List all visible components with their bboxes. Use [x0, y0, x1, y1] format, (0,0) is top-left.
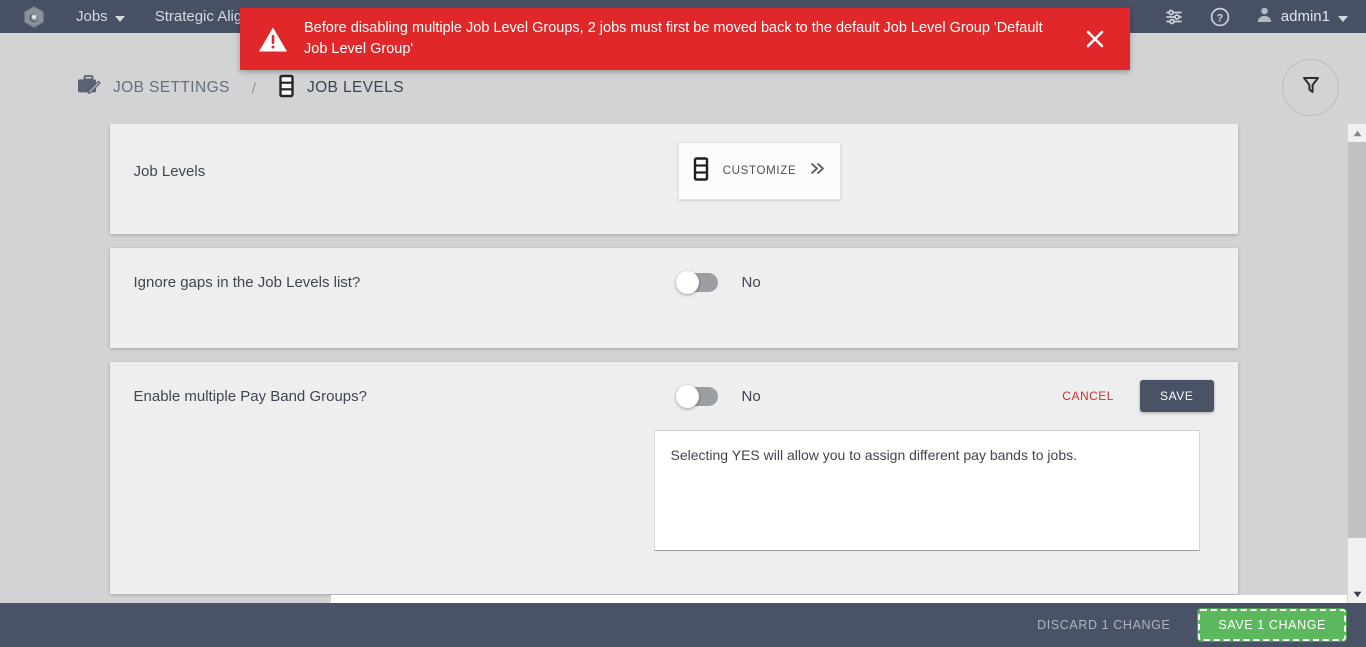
svg-text:?: ?: [1216, 12, 1223, 24]
toggle-knob: [675, 270, 699, 294]
save-changes-button[interactable]: SAVE 1 CHANGE: [1197, 608, 1347, 642]
job-levels-icon: [278, 74, 295, 103]
breadcrumb-item-job-settings[interactable]: JOB SETTINGS: [76, 74, 230, 102]
save-button[interactable]: SAVE: [1139, 380, 1214, 412]
scroll-up-arrow-icon[interactable]: [1348, 124, 1366, 142]
card-job-levels-label: Job Levels: [133, 162, 206, 180]
breadcrumb-item-job-settings-label: JOB SETTINGS: [113, 79, 230, 96]
ignore-gaps-toggle[interactable]: [675, 270, 718, 294]
briefcase-edit-icon: [76, 74, 101, 102]
app-logo[interactable]: [22, 5, 46, 29]
customize-button[interactable]: CUSTOMIZE: [677, 142, 841, 200]
user-menu[interactable]: admin1: [1256, 6, 1348, 27]
chevron-down-icon: [1338, 15, 1348, 22]
card-ignore-gaps: Ignore gaps in the Job Levels list? No: [109, 248, 1238, 348]
toggle-knob: [675, 384, 699, 408]
chevron-down-icon: [114, 15, 125, 22]
application-window: Jobs Strategic Align ? admin1 Before dis…: [0, 0, 1366, 647]
warning-triangle-icon: [258, 26, 288, 53]
close-icon[interactable]: [1078, 22, 1112, 56]
card-multiple-pay-band-groups: Enable multiple Pay Band Groups? No CANC…: [109, 362, 1238, 594]
description-textarea[interactable]: Selecting YES will allow you to assign d…: [653, 430, 1200, 551]
alert-message: Before disabling multiple Job Level Grou…: [304, 20, 1043, 57]
filter-button[interactable]: [1282, 59, 1339, 116]
scrollbar-thumb[interactable]: [1348, 142, 1366, 538]
filter-funnel-icon: [1300, 74, 1322, 101]
vertical-scrollbar[interactable]: [1347, 124, 1366, 603]
sliders-icon[interactable]: [1164, 7, 1184, 27]
job-levels-icon: [692, 156, 710, 187]
nav-item-jobs-label: Jobs: [76, 8, 108, 25]
description-row: Selecting YES will allow you to assign d…: [110, 430, 1238, 551]
breadcrumb-separator: /: [251, 79, 256, 97]
top-navigation-right-group: ? admin1: [1164, 6, 1348, 27]
nav-item-strategic-align-label: Strategic Align: [154, 8, 251, 25]
nav-item-strategic-align[interactable]: Strategic Align: [155, 8, 251, 25]
ignore-gaps-toggle-value: No: [741, 273, 761, 291]
pay-band-groups-toggle[interactable]: [675, 384, 718, 408]
nav-item-jobs[interactable]: Jobs: [76, 8, 125, 25]
breadcrumb-item-job-levels[interactable]: JOB LEVELS: [278, 74, 404, 103]
customize-button-label: CUSTOMIZE: [722, 165, 797, 177]
settings-content-area: Job Levels CUSTOMIZE Ignore gaps in the …: [0, 124, 1347, 602]
card-action-group: CANCEL SAVE: [1062, 380, 1214, 412]
content-bottom-strip: [331, 595, 1366, 603]
double-chevron-right-icon: [809, 161, 826, 181]
discard-changes-button[interactable]: DISCARD 1 CHANGE: [1037, 618, 1170, 632]
breadcrumb: JOB SETTINGS / JOB LEVELS: [0, 64, 1366, 112]
scroll-down-arrow-icon[interactable]: [1348, 585, 1366, 603]
pay-band-groups-toggle-value: No: [741, 387, 761, 405]
alert-banner: Before disabling multiple Job Level Grou…: [240, 8, 1130, 70]
user-name-label: admin1: [1280, 8, 1330, 25]
user-icon: [1256, 6, 1273, 27]
card-job-levels: Job Levels CUSTOMIZE: [109, 124, 1238, 234]
card-pay-band-groups-label: Enable multiple Pay Band Groups?: [133, 387, 367, 405]
cancel-button[interactable]: CANCEL: [1062, 389, 1114, 403]
card-ignore-gaps-label: Ignore gaps in the Job Levels list?: [133, 273, 361, 291]
breadcrumb-item-job-levels-label: JOB LEVELS: [306, 79, 404, 96]
bottom-action-bar: DISCARD 1 CHANGE SAVE 1 CHANGE: [0, 603, 1366, 647]
help-icon[interactable]: ?: [1210, 7, 1230, 27]
